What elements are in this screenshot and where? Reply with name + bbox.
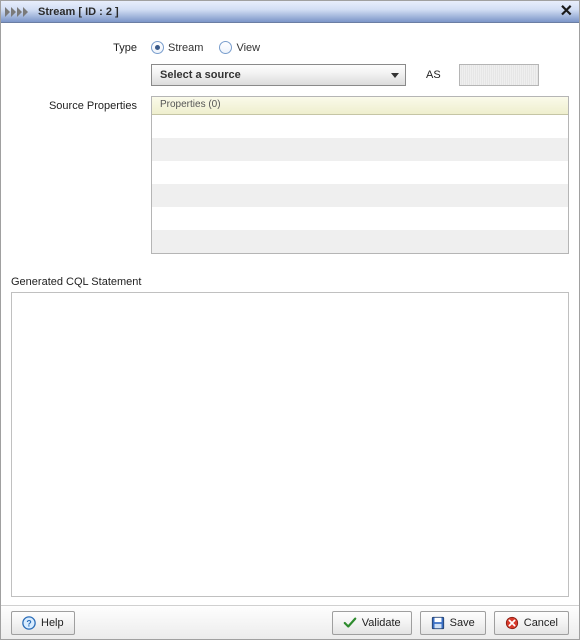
source-select-text: Select a source bbox=[160, 69, 241, 81]
cancel-icon bbox=[505, 616, 519, 630]
table-row bbox=[152, 230, 568, 253]
as-input[interactable] bbox=[459, 64, 539, 86]
cancel-button-label: Cancel bbox=[524, 617, 558, 629]
window-title: Stream [ ID : 2 ] bbox=[38, 6, 560, 18]
svg-text:?: ? bbox=[26, 618, 31, 628]
save-icon bbox=[431, 616, 445, 630]
help-icon: ? bbox=[22, 616, 36, 630]
table-row bbox=[152, 184, 568, 207]
table-row bbox=[152, 138, 568, 161]
properties-table: Properties (0) bbox=[151, 96, 569, 254]
help-button-label: Help bbox=[41, 617, 64, 629]
cql-textarea[interactable] bbox=[11, 292, 569, 597]
stream-icon bbox=[5, 5, 33, 19]
radio-stream[interactable]: Stream bbox=[151, 41, 203, 54]
radio-view[interactable]: View bbox=[219, 41, 260, 54]
as-label: AS bbox=[426, 69, 441, 81]
chevron-down-icon bbox=[391, 73, 399, 78]
table-row bbox=[152, 207, 568, 230]
dialog-body: Type Stream View Select a source AS bbox=[1, 23, 579, 605]
radio-icon bbox=[151, 41, 164, 54]
table-row bbox=[152, 161, 568, 184]
check-icon bbox=[343, 616, 357, 630]
help-button[interactable]: ? Help bbox=[11, 611, 75, 635]
validate-button[interactable]: Validate bbox=[332, 611, 412, 635]
save-button[interactable]: Save bbox=[420, 611, 486, 635]
table-row bbox=[152, 115, 568, 138]
titlebar: Stream [ ID : 2 ] ✕ bbox=[1, 1, 579, 23]
radio-view-label: View bbox=[236, 42, 260, 54]
close-button[interactable]: ✕ bbox=[560, 5, 573, 19]
footer: ? Help Validate Save Cancel bbox=[1, 605, 579, 639]
radio-icon bbox=[219, 41, 232, 54]
type-label: Type bbox=[11, 42, 151, 54]
source-properties-label: Source Properties bbox=[11, 96, 151, 112]
source-select[interactable]: Select a source bbox=[151, 64, 406, 86]
cql-label: Generated CQL Statement bbox=[11, 276, 569, 288]
dialog-window: Stream [ ID : 2 ] ✕ Type Stream View Sel… bbox=[0, 0, 580, 640]
properties-header: Properties (0) bbox=[152, 97, 568, 115]
cancel-button[interactable]: Cancel bbox=[494, 611, 569, 635]
radio-stream-label: Stream bbox=[168, 42, 203, 54]
save-button-label: Save bbox=[450, 617, 475, 629]
validate-button-label: Validate bbox=[362, 617, 401, 629]
